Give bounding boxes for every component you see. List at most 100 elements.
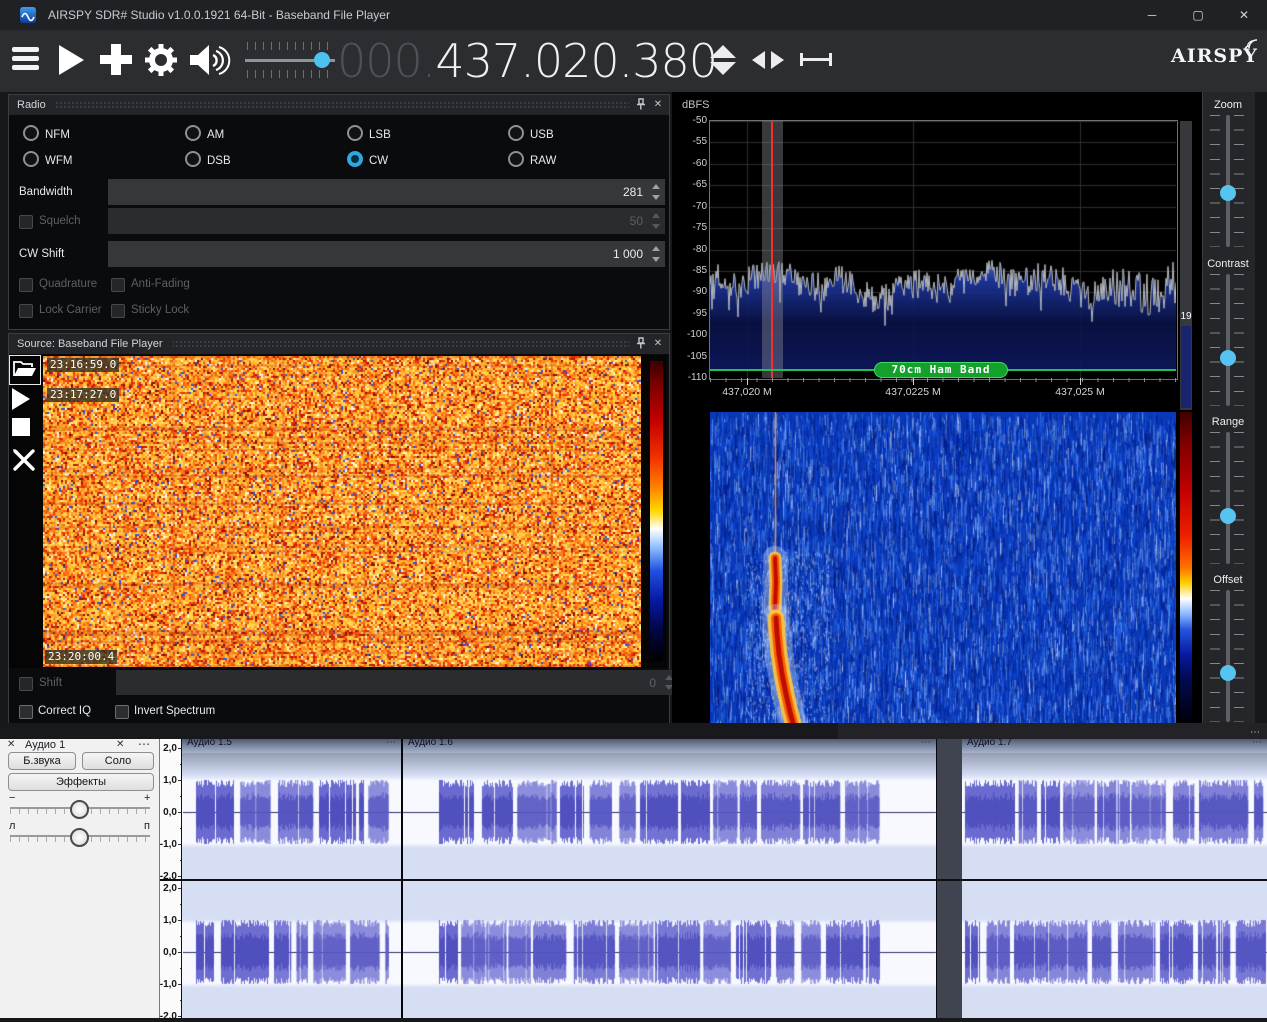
clip-menu-icon[interactable]: ⋯ [1252,739,1262,748]
spinner-down-icon[interactable] [652,257,660,262]
maximize-button[interactable]: ▢ [1175,0,1221,30]
clip-header[interactable]: Аудио 1.7⋯ [962,739,1267,753]
play-icon[interactable] [59,45,84,75]
dbfs-tick-label: -65 [679,179,707,190]
squelch-input: 50 [108,208,665,234]
slider-ticks [1234,274,1244,406]
clip-menu-icon[interactable]: ⋯ [386,739,396,748]
tools-icon[interactable] [12,448,38,472]
mode-option-lsb[interactable]: LSB [347,125,391,143]
timestamp: 23:16:59.0 [47,358,119,372]
checkbox-quadrature[interactable] [19,278,33,292]
window-gap-strip-right [838,723,1267,739]
checkbox-lock-carrier[interactable] [19,304,33,318]
slider-track-zoom[interactable] [1226,115,1230,247]
slider-track-range[interactable] [1226,432,1230,564]
correct-iq-checkbox[interactable] [19,705,33,719]
dbfs-tick-label: -110 [679,372,707,383]
mode-label: USB [530,129,554,141]
checkbox-anti-fading[interactable] [111,278,125,292]
radio-panel-header: Radio ✕ [9,95,669,115]
radio-icon [185,125,201,141]
window-title: AIRSPY SDR# Studio v1.0.0.1921 64-Bit - … [48,8,390,22]
dbfs-tick-label: -60 [679,158,707,169]
play-source-icon[interactable] [12,388,38,412]
timestamp: 23:20:00.4 [45,650,117,664]
cw-shift-input[interactable]: 1 000 [108,241,665,267]
dbfs-unit-label: dBFS [682,99,710,111]
close-button[interactable]: ✕ [1221,0,1267,30]
mode-option-wfm[interactable]: WFM [23,151,72,169]
clip-menu-icon[interactable]: ⋯ [921,739,931,748]
spinner-up-icon[interactable] [652,246,660,251]
slider-track-offset[interactable] [1226,590,1230,722]
mode-selector: NFM AM LSB USB WFM DSB CW RAW [23,125,653,181]
mute-button[interactable]: Б.звука [8,752,76,770]
slider-thumb-zoom[interactable] [1220,185,1236,201]
mode-option-usb[interactable]: USB [508,125,554,143]
gear-icon[interactable] [144,43,178,77]
checkbox-sticky-lock[interactable] [111,304,125,318]
dbfs-tick-label: -85 [679,265,707,276]
spinner-up-icon[interactable] [652,184,660,189]
track-control-panel: ✕ Аудио 1 ✕ ⋯ Б.звука Соло Эффекты − + л… [0,739,160,1018]
waveform-channel-right[interactable] [183,881,1267,1018]
squelch-checkbox[interactable] [19,215,33,229]
spinner-down-icon[interactable] [652,195,660,200]
baseband-waterfall[interactable] [43,356,641,667]
volume-icon[interactable] [190,42,234,80]
spectrum-waterfall[interactable] [710,412,1176,723]
slider-track-contrast[interactable] [1226,274,1230,406]
spectrum-waterfall-colorbar [1180,412,1192,723]
scale-label: 1,0 [158,775,177,786]
close-panel-icon[interactable]: ✕ [651,98,665,112]
track-menu-icon[interactable]: ⋯ [138,737,150,751]
solo-button[interactable]: Соло [82,752,154,770]
mode-option-dsb[interactable]: DSB [185,151,231,169]
mode-option-am[interactable]: AM [185,125,224,143]
track-close-icon[interactable]: ✕ [7,739,15,750]
clip-header[interactable]: Аудио 1.6⋯ [403,739,936,753]
stop-source-icon[interactable] [12,418,38,442]
demod-options: QuadratureAnti-FadingLock CarrierSticky … [19,278,659,328]
volume-slider-thumb[interactable] [314,52,330,68]
pan-right-label: п [144,820,150,832]
shift-checkbox[interactable] [19,677,33,691]
effects-button[interactable]: Эффекты [8,773,154,791]
scale-label: -1,0 [158,839,177,850]
waveform-channel-left[interactable] [183,753,1267,880]
dbfs-tick-label: -55 [679,136,707,147]
step-range-icon[interactable] [800,53,832,66]
mode-option-nfm[interactable]: NFM [23,125,70,143]
track-close2-icon[interactable]: ✕ [116,739,124,750]
bandwidth-input[interactable]: 281 [108,179,665,205]
mode-option-cw[interactable]: CW [347,151,388,169]
spinner-down-icon [652,224,660,229]
pin-icon[interactable] [633,337,647,351]
mode-label: AM [207,129,224,141]
frequency-axis-minor-ticks [710,378,1176,382]
clip-title: Аудио 1.6 [403,739,936,748]
dbfs-tick-label: -95 [679,308,707,319]
frequency-display[interactable]: 000.437.020.380 [337,32,717,90]
option-label: Sticky Lock [131,304,189,316]
pin-icon[interactable] [633,98,647,112]
slider-ticks [1210,274,1220,406]
open-file-icon[interactable] [12,358,38,382]
close-panel-icon[interactable]: ✕ [651,337,665,351]
radio-icon [347,125,363,141]
clip-title: Аудио 1.7 [962,739,1267,748]
gain-slider-thumb[interactable] [70,800,89,819]
corner-menu-icon[interactable]: ⋯ [1250,727,1260,738]
mode-option-raw[interactable]: RAW [508,151,556,169]
gain-min-label: − [9,792,15,804]
scale-label: -1,0 [158,979,177,990]
pan-slider-thumb[interactable] [70,828,89,847]
invert-spectrum-checkbox[interactable] [115,705,129,719]
clip-header[interactable]: Аудио 1.5⋯ [182,739,401,753]
minimize-button[interactable]: ─ [1129,0,1175,30]
track-name[interactable]: Аудио 1 [25,739,65,751]
adjuster-label-zoom: Zoom [1202,99,1254,111]
shift-input: 0 [116,670,678,695]
waterfall-colorbar [650,361,663,661]
